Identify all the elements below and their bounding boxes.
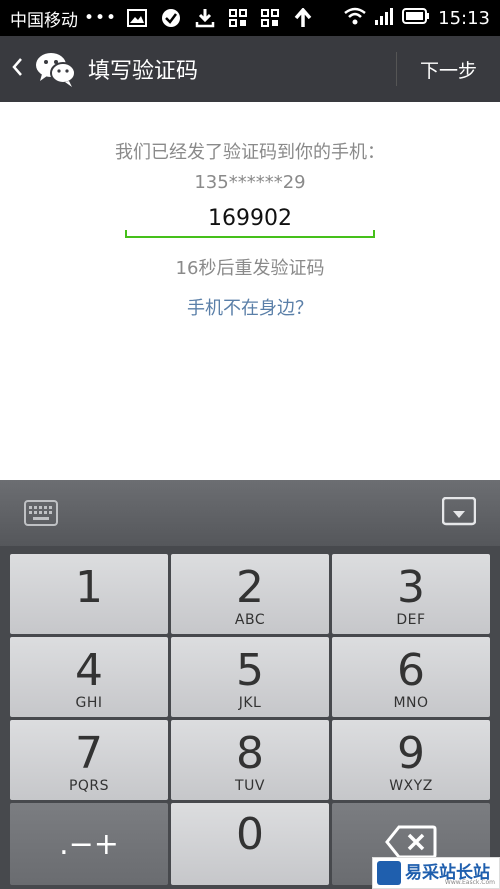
status-bar: 中国移动 ••• 15:13	[0, 0, 500, 36]
key-letters: MNO	[393, 695, 429, 711]
key-letters: WXYZ	[389, 778, 433, 794]
symbols-key[interactable]: .−+	[10, 803, 168, 885]
key-6[interactable]: 6 MNO	[332, 637, 490, 717]
key-5[interactable]: 5 JKL	[171, 637, 329, 717]
key-4[interactable]: 4 GHI	[10, 637, 168, 717]
hide-keyboard-icon[interactable]	[441, 496, 477, 527]
masked-phone-number: 135******29	[194, 172, 306, 193]
key-digit: 7	[75, 728, 103, 779]
symbols-label: .−+	[59, 827, 119, 862]
key-letters: PQRS	[68, 778, 110, 794]
key-letters: JKL	[238, 695, 262, 711]
page-title: 填写验证码	[88, 59, 199, 84]
key-digit: 6	[397, 645, 425, 696]
wechat-logo-icon	[34, 47, 78, 91]
key-letters: ABC	[234, 612, 266, 628]
image-icon	[127, 9, 148, 27]
status-dots: •••	[84, 8, 118, 28]
download-icon	[195, 8, 215, 28]
phone-not-nearby-link[interactable]: 手机不在身边？	[0, 294, 500, 320]
chevron-left-icon	[10, 56, 24, 82]
key-letters: TUV	[235, 778, 265, 794]
keyboard-switch-icon[interactable]	[24, 500, 58, 526]
key-digit: 1	[75, 562, 103, 613]
prompt-text: 我们已经发了验证码到你的手机：	[115, 142, 385, 163]
qr-icon	[261, 9, 280, 27]
key-9[interactable]: 9 WXYZ	[332, 720, 490, 800]
back-button[interactable]	[0, 36, 34, 102]
key-2[interactable]: 2 ABC	[171, 554, 329, 634]
clock: 15:13	[438, 7, 490, 29]
key-3[interactable]: 3 DEF	[332, 554, 490, 634]
watermark-url: Www.Easck.Com	[444, 879, 495, 886]
key-digit: 9	[397, 728, 425, 779]
signal-icon	[374, 7, 394, 30]
battery-icon	[402, 7, 430, 30]
key-digit: 3	[397, 562, 425, 613]
watermark-logo-icon	[377, 861, 401, 885]
key-letters: GHI	[75, 695, 103, 711]
qr-icon	[229, 9, 248, 27]
key-8[interactable]: 8 TUV	[171, 720, 329, 800]
key-digit: 2	[236, 562, 264, 613]
key-1[interactable]: 1	[10, 554, 168, 634]
key-0[interactable]: 0	[171, 803, 329, 885]
next-step-button[interactable]: 下一步	[397, 36, 500, 102]
key-7[interactable]: 7 PQRS	[10, 720, 168, 800]
key-letters: DEF	[396, 612, 426, 628]
check-circle-icon	[161, 8, 181, 28]
resend-countdown: 16秒后重发验证码	[175, 258, 325, 279]
carrier-name: 中国移动	[10, 10, 78, 31]
verification-code-value: 169902	[208, 206, 292, 231]
key-digit: 4	[75, 645, 103, 696]
verification-code-input[interactable]: 169902	[125, 202, 375, 238]
upload-arrow-icon	[293, 8, 313, 28]
key-digit: 5	[236, 645, 264, 696]
key-digit: 8	[236, 728, 264, 779]
watermark: 易采站长站 Www.Easck.Com	[372, 857, 500, 889]
key-digit: 0	[236, 809, 264, 860]
wifi-icon	[344, 7, 366, 30]
keyboard-toolbar	[0, 480, 500, 546]
verification-panel: 我们已经发了验证码到你的手机： 135******29 169902 16秒后重…	[0, 102, 500, 480]
